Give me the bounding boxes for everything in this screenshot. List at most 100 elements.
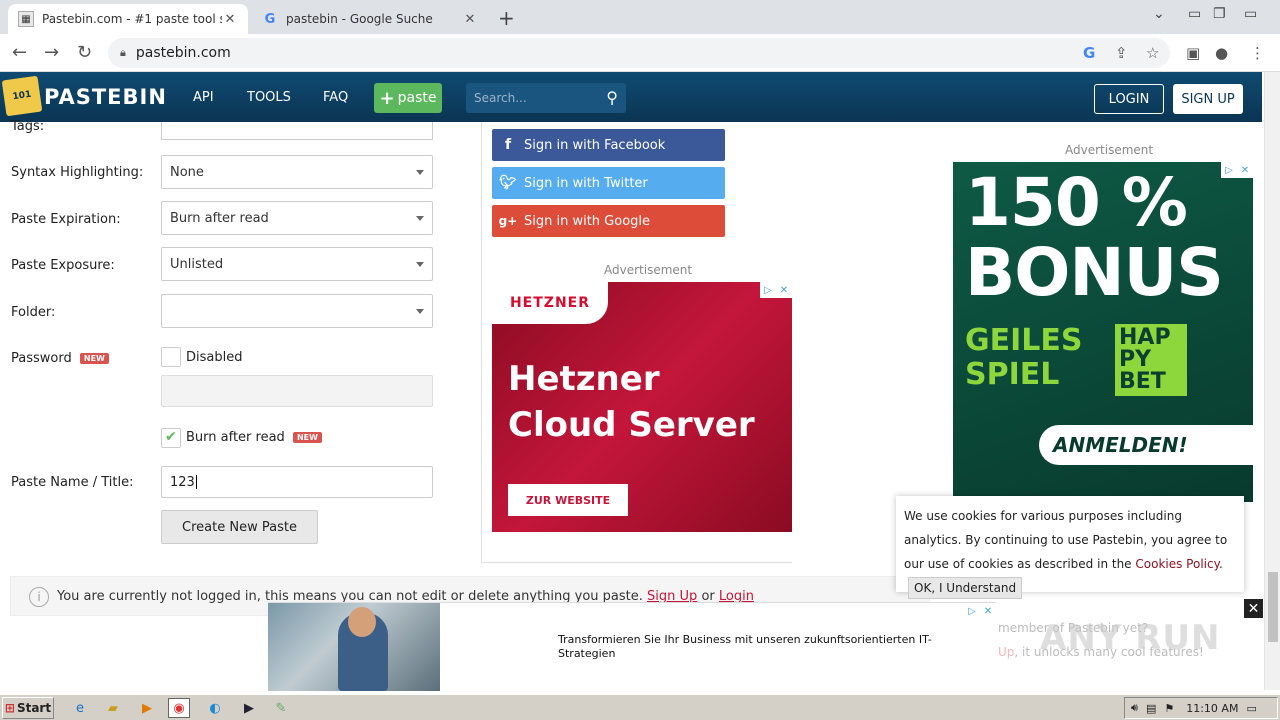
tab-title: pastebin - Google Suche [286,12,433,26]
url-field[interactable]: 🔒︎ pastebin.com [108,38,1170,68]
google-plus-icon: g+ [498,214,518,228]
chrome-icon[interactable]: ◉ [168,698,190,718]
adchoices[interactable]: ▷ ✕ [760,282,792,298]
adchoices-icon[interactable]: ▷ [964,603,980,619]
password-checkbox[interactable] [161,347,181,367]
notepad-icon[interactable]: ✎ [270,698,292,718]
tab-title: Pastebin.com - #1 paste tool since 2 [42,12,222,26]
tab-google[interactable]: G pastebin - Google Suche ✕ [252,4,488,34]
scrollbar-thumb[interactable] [1268,572,1278,642]
close-ad-icon[interactable]: ✕ [776,282,792,298]
burn-checkbox[interactable] [161,428,181,448]
folder-icon[interactable]: ▰ [102,698,124,718]
scrollbar[interactable] [1264,72,1280,690]
cookie-period: . [1219,557,1223,571]
close-icon[interactable]: ✕ [222,12,238,27]
tab-pastebin[interactable]: ▦ Pastebin.com - #1 paste tool since 2 ✕ [8,4,248,34]
new-paste-button[interactable]: + paste [374,83,442,113]
bottom-ad-text: Transformieren Sie Ihr Business mit unse… [558,633,932,660]
folder-select[interactable] [161,294,433,328]
hetzner-title-line2: Cloud Server [508,405,755,445]
title-input[interactable]: 123 [161,466,433,498]
bonus-geiles-2: SPIEL [965,357,1060,392]
expiration-select[interactable]: Burn after read [161,201,433,235]
ad-person-head [348,607,376,637]
exposure-select[interactable]: Unlisted [161,247,433,281]
media-player-icon[interactable]: ▶ [136,698,158,718]
adchoices-icon[interactable]: ▷ [760,282,776,298]
text-cursor [195,475,197,489]
adchoices-icon[interactable]: ▷ [1221,162,1237,178]
close-ad-icon[interactable]: ✕ [980,603,996,619]
network-icon[interactable]: ▤ [1146,702,1156,715]
google-icon[interactable]: G [1083,44,1095,62]
nav-tools[interactable]: TOOLS [247,90,291,105]
column-divider [481,122,482,562]
facebook-signin-button[interactable]: f Sign in with Facebook [492,129,725,161]
menu-icon[interactable]: ⋮ [1250,44,1265,62]
system-tray: 🔊︎ ▤ ⚑ 11:10 AM ▭ [1124,697,1278,719]
adchoices[interactable]: ▷ ✕ [964,603,996,619]
close-window-icon[interactable]: ▭ [1244,6,1257,22]
create-paste-button[interactable]: Create New Paste [161,510,318,544]
share-icon[interactable]: ⇪ [1115,44,1128,62]
hetzner-title-line1: Hetzner [508,359,660,399]
bottom-ad[interactable]: Transformieren Sie Ihr Business mit unse… [268,602,996,691]
signup-button[interactable]: SIGN UP [1173,84,1243,114]
profile-icon[interactable]: ● [1215,44,1228,62]
close-bottom-ad-icon[interactable]: ✕ [1244,599,1263,618]
twitter-signin-button[interactable]: 🐦︎ Sign in with Twitter [492,167,725,199]
start-label: Start [16,701,52,715]
bookmark-star-icon[interactable]: ☆ [1146,44,1159,62]
edge-icon[interactable]: ◐ [204,698,226,718]
nav-api[interactable]: API [193,90,214,105]
hetzner-title: Hetzner Cloud Server [508,356,755,448]
minimize-icon[interactable]: ▭ [1188,6,1201,22]
pastebin-logo-icon[interactable]: 101 [1,75,43,117]
password-field[interactable] [161,375,433,407]
password-label-text: Password [11,351,72,366]
restore-icon[interactable]: ❐ [1213,6,1226,22]
side-panel-icon[interactable]: ▣ [1186,44,1200,62]
google-signin-button[interactable]: g+ Sign in with Google [492,205,725,237]
back-icon[interactable]: ← [12,42,27,63]
flag-icon[interactable]: ⚑ [1164,702,1174,715]
cookie-ok-button[interactable]: OK, I Understand [908,577,1023,599]
nav-faq[interactable]: FAQ [323,90,348,105]
title-value: 123 [170,474,195,490]
reload-icon[interactable]: ↻ [77,42,92,63]
taskbar: ⊞ Start e ▰ ▶ ◉ ◐ ▶ ✎ 🔊︎ ▤ ⚑ 11:10 AM ▭ [0,694,1280,720]
twitter-icon: 🐦︎ [499,175,517,191]
bonus-ad[interactable]: 150 % BONUS GEILES SPIEL HAP PY BET ANME… [953,162,1253,502]
site-brand[interactable]: PASTEBIN [44,85,167,109]
new-tab-icon[interactable]: + [498,6,515,30]
cookies-policy-link[interactable]: Cookies Policy [1135,557,1219,571]
promo-signup-link[interactable]: Up [998,645,1014,659]
tags-input[interactable] [161,122,433,140]
volume-icon[interactable]: 🔊︎ [1131,701,1138,715]
forward-icon[interactable]: → [44,42,59,63]
close-icon[interactable]: ✕ [462,12,478,27]
ad-photo [268,603,440,691]
show-desktop-icon[interactable]: ▭ [1246,702,1256,715]
search-input[interactable]: Search... ⚲ [466,83,626,113]
terminal-icon[interactable]: ▶ [238,698,260,718]
hetzner-website-button[interactable]: ZUR WEBSITE [508,484,628,516]
syntax-select[interactable]: None [161,155,433,189]
exposure-value: Unlisted [170,256,224,272]
close-ad-icon[interactable]: ✕ [1237,162,1253,178]
ie-icon[interactable]: e [69,698,91,718]
burn-label: Burn after read NEW [186,430,322,445]
windows-logo-icon: ⊞ [4,701,15,715]
adchoices[interactable]: ▷ ✕ [1221,162,1253,178]
anmelden-button[interactable]: ANMELDEN! [1039,425,1253,465]
burn-label-text: Burn after read [186,430,285,445]
pastebin-favicon-icon: ▦ [18,11,34,27]
twitter-label: Sign in with Twitter [524,175,648,191]
tab-search-icon[interactable]: ⌄ [1153,6,1165,22]
tags-label: Tags: [11,119,45,134]
hetzner-ad[interactable]: HETZNER Hetzner Cloud Server ZUR WEBSITE… [492,282,792,532]
start-button[interactable]: ⊞ Start [2,697,54,719]
search-icon[interactable]: ⚲ [606,88,618,107]
login-button[interactable]: LOGIN [1094,84,1164,114]
